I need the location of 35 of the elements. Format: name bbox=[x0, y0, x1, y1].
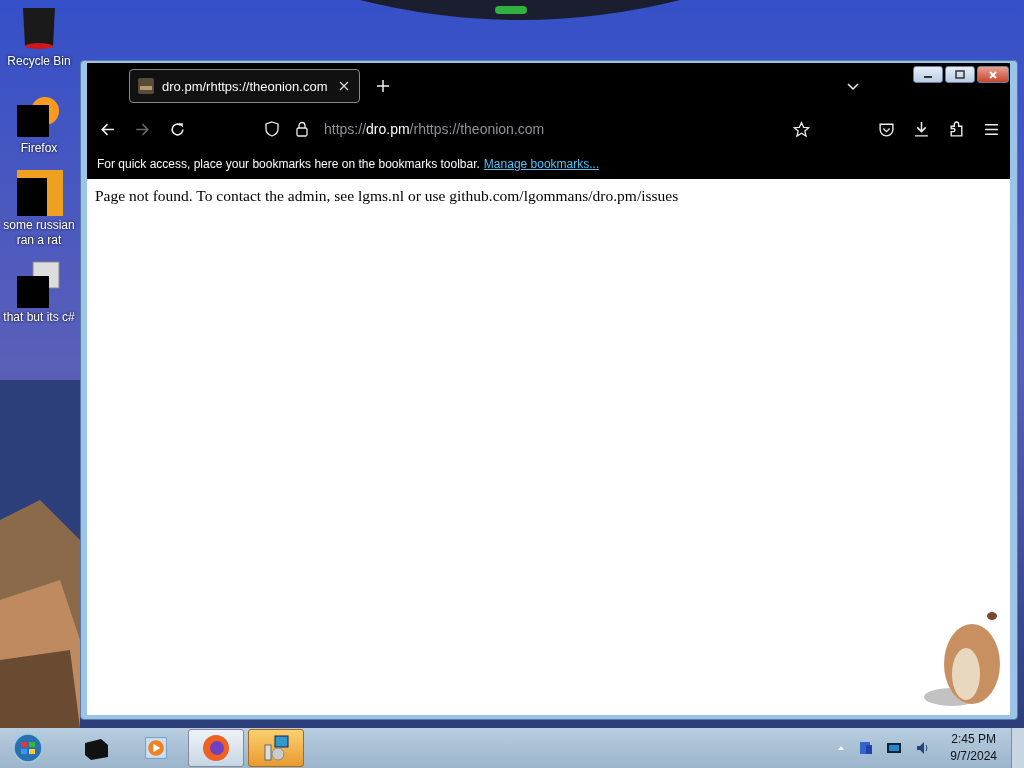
maximize-button[interactable] bbox=[945, 66, 975, 83]
icon-label: some russian ran a rat bbox=[2, 218, 76, 248]
shield-icon[interactable] bbox=[264, 121, 280, 137]
close-icon bbox=[988, 69, 998, 80]
close-button[interactable] bbox=[977, 66, 1009, 83]
page-message: Page not found. To contact the admin, see lgms.nl or use github.com/lgommans/dro.pm/issues bbox=[95, 187, 680, 205]
installer-app[interactable] bbox=[248, 729, 304, 767]
browser-tab[interactable]: dro.pm/rhttps://theonion.com bbox=[129, 69, 361, 103]
firefox-app[interactable] bbox=[188, 729, 244, 767]
windows-logo bbox=[13, 733, 43, 763]
windows-stack-icon[interactable] bbox=[15, 260, 63, 308]
maximize-icon bbox=[955, 69, 965, 80]
icon-label: Recycle Bin bbox=[6, 54, 72, 69]
plus-icon[interactable] bbox=[376, 79, 391, 93]
download-icon[interactable] bbox=[913, 120, 930, 138]
star-icon[interactable] bbox=[793, 120, 810, 138]
pocket-icon[interactable] bbox=[878, 120, 895, 138]
installer-icon bbox=[261, 733, 291, 763]
close-icon[interactable] bbox=[339, 81, 350, 91]
network-icon[interactable] bbox=[858, 740, 875, 756]
address-field[interactable]: https://dro.pm/rhttps://theonion.com bbox=[324, 121, 779, 137]
clock[interactable]: 2:45 PM 9/7/2024 bbox=[950, 731, 997, 765]
reload-icon[interactable] bbox=[169, 120, 186, 138]
puzzle-icon[interactable] bbox=[948, 120, 965, 138]
icon-label: Firefox bbox=[19, 141, 59, 156]
play-icon bbox=[143, 735, 169, 761]
minimize-button[interactable] bbox=[913, 66, 943, 83]
monitor-icon[interactable] bbox=[886, 740, 903, 756]
lock-icon[interactable] bbox=[294, 121, 310, 137]
site-icon bbox=[138, 78, 154, 94]
speaker-icon[interactable] bbox=[914, 740, 931, 756]
icon-label: that but its c# bbox=[2, 310, 76, 325]
bookmarks-hint: For quick access, place your bookmarks here on the bookmarks toolbar. bbox=[97, 157, 480, 171]
manage-bookmarks-link[interactable]: Manage bookmarks... bbox=[483, 157, 600, 171]
minimize-icon bbox=[924, 76, 932, 78]
